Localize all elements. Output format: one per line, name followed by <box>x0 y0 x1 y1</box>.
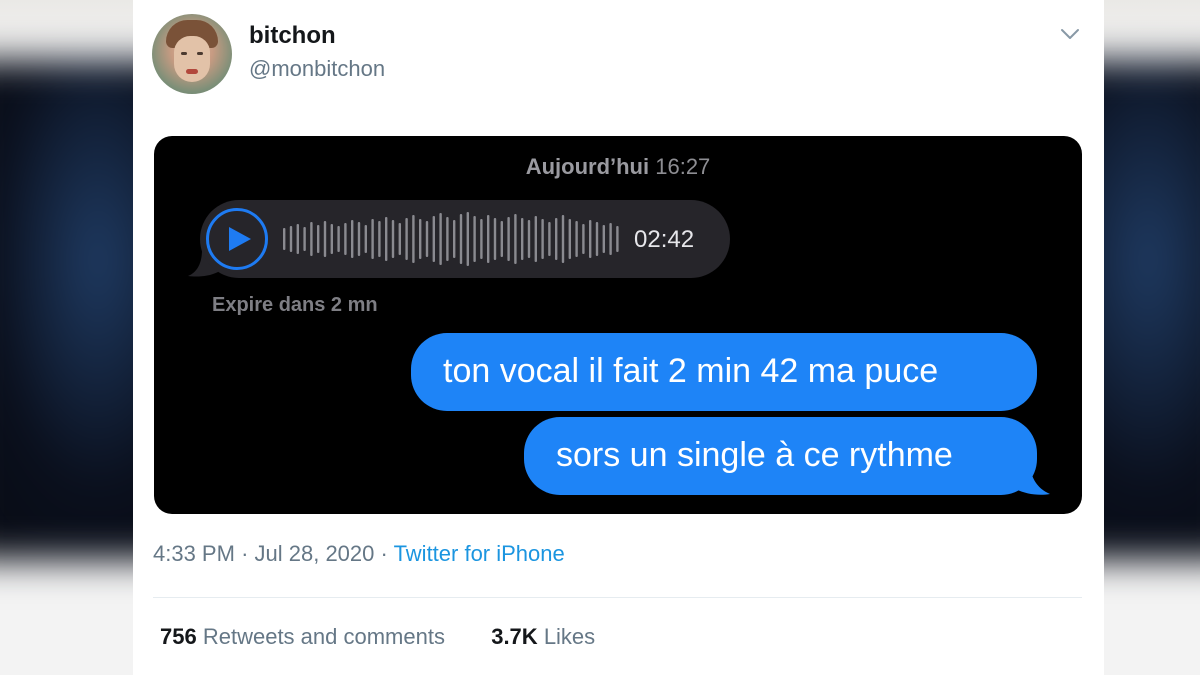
retweets-count: 756 <box>160 624 197 649</box>
waveform-bar <box>602 225 605 253</box>
meta-separator: · <box>241 541 249 566</box>
audio-duration: 02:42 <box>634 226 695 253</box>
waveform-bar <box>548 222 551 256</box>
waveform-bar <box>459 214 463 264</box>
likes-stat[interactable]: 3.7K Likes <box>491 624 595 649</box>
sent-message-bubble: sors un single à ce rythme <box>524 417 1037 495</box>
waveform-bar <box>310 222 313 256</box>
retweets-label: Retweets and comments <box>202 624 445 649</box>
message-timestamp: Aujourd’hui 16:27 <box>154 154 1082 180</box>
waveform-bar <box>480 219 483 259</box>
waveform-bar <box>364 225 367 253</box>
waveform-icon <box>283 212 619 266</box>
waveform-bar <box>405 218 408 260</box>
play-button[interactable] <box>206 208 268 270</box>
waveform-bar <box>514 214 517 264</box>
waveform-bar <box>595 222 599 256</box>
timestamp-day: Aujourd’hui <box>525 154 650 179</box>
waveform-bar <box>296 224 299 254</box>
waveform-bar <box>425 221 429 257</box>
waveform-bar <box>317 225 320 253</box>
chevron-down-icon[interactable] <box>1058 22 1082 46</box>
waveform-bar <box>344 223 347 255</box>
audio-expire-notice: Expire dans 2 mn <box>212 294 378 316</box>
waveform-bar <box>521 218 524 260</box>
waveform-bar <box>589 220 592 258</box>
author-name[interactable]: bitchon <box>249 22 336 50</box>
waveform-bar <box>283 228 286 250</box>
waveform-bar <box>575 221 578 257</box>
author-handle[interactable]: @monbitchon <box>249 56 385 82</box>
tweet-source-link[interactable]: Twitter for iPhone <box>394 541 565 566</box>
waveform-bar <box>385 217 388 261</box>
waveform-bar <box>561 215 565 263</box>
waveform-bar <box>391 220 395 258</box>
waveform-bar <box>323 221 327 257</box>
tweet-date[interactable]: Jul 28, 2020 <box>255 541 375 566</box>
tweet-stats: 756 Retweets and comments 3.7K Likes <box>160 624 595 650</box>
meta-separator: · <box>380 541 388 566</box>
waveform-bar <box>412 215 415 263</box>
screenshot-stage: bitchon @monbitchon Aujourd’hui 16:27 02… <box>0 0 1200 675</box>
retweets-stat[interactable]: 756 Retweets and comments <box>160 624 451 649</box>
waveform-bar <box>337 226 340 252</box>
tweet-card: bitchon @monbitchon Aujourd’hui 16:27 02… <box>133 0 1104 675</box>
avatar[interactable] <box>152 14 232 94</box>
waveform-bar <box>568 219 571 259</box>
waveform-bar <box>527 220 531 258</box>
waveform-bar <box>432 216 435 262</box>
waveform-bar <box>534 216 537 262</box>
divider <box>153 597 1082 598</box>
waveform-bar <box>609 223 612 255</box>
avatar-eye <box>197 52 203 55</box>
play-icon <box>229 227 251 251</box>
tweet-media-image[interactable]: Aujourd’hui 16:27 02:42 Expire dans 2 mn… <box>154 136 1082 514</box>
waveform-bar <box>351 220 354 258</box>
waveform-bar <box>453 220 456 258</box>
tweet-meta: 4:33 PM · Jul 28, 2020 · Twitter for iPh… <box>153 541 565 567</box>
avatar-face <box>174 36 210 82</box>
waveform-bar <box>357 222 361 256</box>
waveform-bar <box>500 221 503 257</box>
sent-message-bubble: ton vocal il fait 2 min 42 ma puce <box>411 333 1037 411</box>
waveform-bar <box>398 223 401 255</box>
message-bubble-tail <box>1014 462 1050 495</box>
waveform-bar <box>446 217 449 261</box>
waveform-bar <box>378 221 381 257</box>
likes-label: Likes <box>543 624 596 649</box>
avatar-lips <box>186 69 198 74</box>
waveform-bar <box>555 218 558 260</box>
waveform-bar <box>466 212 469 266</box>
tweet-time[interactable]: 4:33 PM <box>153 541 235 566</box>
waveform-bar <box>303 227 306 251</box>
likes-count: 3.7K <box>491 624 538 649</box>
waveform-bar <box>439 213 442 265</box>
timestamp-time: 16:27 <box>655 154 711 179</box>
avatar-eye <box>181 52 187 55</box>
waveform-bar <box>541 219 544 259</box>
waveform-bar <box>582 224 585 254</box>
waveform-bar <box>371 219 374 259</box>
waveform-bar <box>330 224 333 254</box>
waveform-bar <box>487 215 490 263</box>
waveform-bar <box>507 217 510 261</box>
waveform-bar <box>473 216 476 262</box>
waveform-bar <box>289 226 293 252</box>
waveform-bar <box>493 218 497 260</box>
waveform-bar <box>616 226 619 252</box>
waveform-bar <box>419 219 422 259</box>
